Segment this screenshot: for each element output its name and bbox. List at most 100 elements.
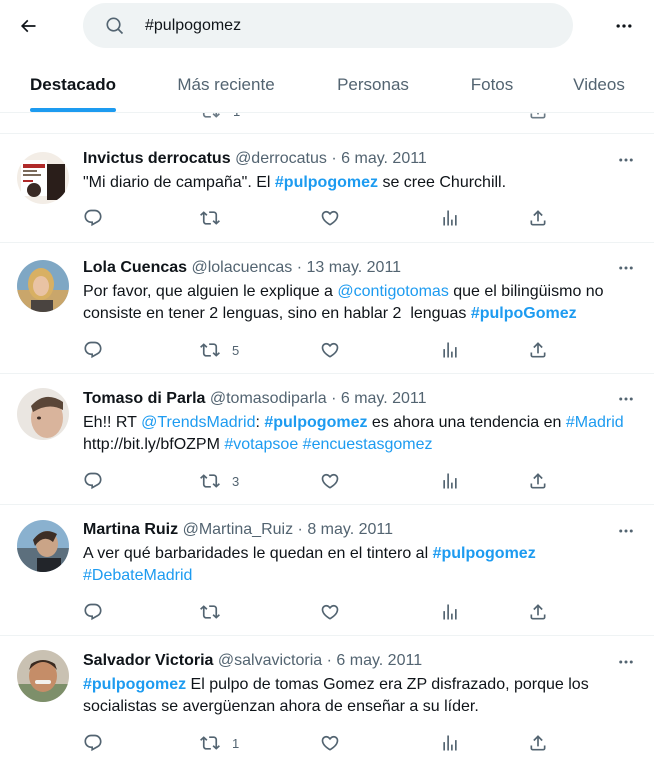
mention-link[interactable]: @TrendsMadrid [141, 414, 255, 431]
like-button[interactable] [320, 470, 340, 492]
hashtag-link[interactable]: #pulpogomez [433, 545, 536, 562]
tweet-date[interactable]: 8 may. 2011 [307, 521, 393, 538]
author-handle[interactable]: @salvavictoria [218, 652, 322, 669]
tweet[interactable]: Tomaso di Parla @tomasodiparla · 6 may. … [0, 374, 654, 505]
tweet-date[interactable]: 13 may. 2011 [306, 259, 401, 276]
text-fragment: se cree Churchill. [378, 174, 507, 191]
tab-videos[interactable]: Videos [544, 58, 654, 111]
tweet-date[interactable]: 6 may. 2011 [336, 652, 422, 669]
retweet-icon [200, 474, 220, 488]
analytics-icon [443, 735, 457, 751]
retweet-button[interactable]: 3 [200, 470, 239, 492]
retweet-icon[interactable] [200, 113, 220, 121]
retweet-button[interactable]: 1 [200, 732, 239, 754]
like-button[interactable] [320, 601, 340, 623]
tweet-actions [0, 207, 654, 229]
views-button[interactable] [440, 601, 460, 623]
partial-tweet[interactable]: 1 [0, 113, 654, 134]
views-button[interactable] [440, 732, 460, 754]
hashtag-link[interactable]: #DebateMadrid [83, 567, 192, 584]
tweet[interactable]: Martina Ruiz @Martina_Ruiz · 8 may. 2011… [0, 505, 654, 636]
share-button[interactable] [528, 339, 548, 361]
retweet-icon [200, 343, 220, 357]
more-options-button[interactable] [606, 8, 642, 44]
hashtag-link[interactable]: #pulpogomez [264, 414, 367, 431]
reply-button[interactable] [83, 601, 103, 623]
heart-icon [321, 473, 339, 489]
share-button[interactable] [528, 732, 548, 754]
reply-icon [84, 341, 102, 359]
hashtag-link[interactable]: #Madrid [566, 414, 624, 431]
retweet-button[interactable] [200, 207, 232, 229]
like-button[interactable] [320, 339, 340, 361]
reply-icon [84, 472, 102, 490]
avatar[interactable] [17, 650, 69, 702]
dot-separator: · [331, 390, 337, 407]
avatar[interactable] [17, 388, 69, 440]
retweet-count: 3 [232, 473, 240, 489]
author-name[interactable]: Salvador Victoria [83, 652, 213, 669]
retweet-icon [200, 736, 220, 750]
retweet-button[interactable] [200, 601, 232, 623]
tab-personas[interactable]: Personas [306, 58, 440, 111]
heart-icon [321, 342, 339, 358]
analytics-icon [443, 604, 457, 620]
author-name[interactable]: Invictus derrocatus [83, 150, 231, 167]
retweet-icon [200, 211, 220, 225]
tweet[interactable]: Invictus derrocatus @derrocatus · 6 may.… [0, 134, 654, 243]
avatar[interactable] [17, 520, 69, 572]
reply-button[interactable] [83, 732, 103, 754]
views-button[interactable] [440, 470, 460, 492]
back-button[interactable] [10, 8, 46, 44]
tweet-date[interactable]: 6 may. 2011 [341, 390, 427, 407]
text-fragment: Eh!! RT [83, 414, 142, 431]
dot-separator: · [296, 259, 303, 276]
author-name[interactable]: Tomaso di Parla [83, 390, 205, 407]
author-name[interactable]: Lola Cuencas [83, 259, 187, 276]
avatar[interactable] [17, 260, 69, 312]
author-handle[interactable]: @Martina_Ruiz [183, 521, 294, 538]
avatar[interactable] [17, 152, 69, 204]
author-handle[interactable]: @tomasodiparla [210, 390, 327, 407]
share-button[interactable] [528, 470, 548, 492]
views-button[interactable] [440, 339, 460, 361]
hashtag-link[interactable]: #votapsoe [224, 436, 298, 453]
hashtag-link[interactable]: #pulpoGomez [471, 305, 577, 322]
reply-icon [84, 734, 102, 752]
like-button[interactable] [320, 207, 340, 229]
tab-mas-reciente[interactable]: Más reciente [146, 58, 306, 111]
search-header: Destacado Más reciente Personas Fotos Vi… [0, 0, 654, 113]
search-tabs: Destacado Más reciente Personas Fotos Vi… [0, 58, 654, 113]
tweet[interactable]: Lola Cuencas @lolacuencas · 13 may. 2011… [0, 243, 654, 374]
hashtag-link[interactable]: #pulpogomez [275, 174, 378, 191]
tweet-date[interactable]: 6 may. 2011 [341, 150, 427, 167]
active-tab-indicator [30, 108, 116, 112]
hashtag-link[interactable]: #pulpogomez [83, 676, 186, 693]
reply-icon [84, 209, 102, 227]
reply-button[interactable] [83, 339, 103, 361]
retweet-button[interactable]: 5 [200, 339, 239, 361]
search-field[interactable] [83, 3, 573, 48]
hashtag-link[interactable]: #encuestasgomez [303, 436, 433, 453]
tweet[interactable]: Salvador Victoria @salvavictoria · 6 may… [0, 636, 654, 768]
search-input[interactable] [145, 16, 525, 35]
mention-link[interactable]: @contigotomas [337, 283, 448, 300]
tweet-actions: 3 [0, 470, 654, 492]
reply-button[interactable] [83, 470, 103, 492]
reply-button[interactable] [83, 207, 103, 229]
share-button[interactable] [528, 601, 548, 623]
analytics-icon [443, 210, 457, 226]
dot-separator: · [326, 652, 332, 669]
share-icon[interactable] [528, 113, 548, 121]
share-button[interactable] [528, 207, 548, 229]
tab-fotos[interactable]: Fotos [440, 58, 544, 111]
tweet-text: "Mi diario de campaña". El #pulpogomez s… [83, 172, 636, 194]
author-name[interactable]: Martina Ruiz [83, 521, 178, 538]
author-handle[interactable]: @lolacuencas [191, 259, 292, 276]
like-button[interactable] [320, 732, 340, 754]
author-handle[interactable]: @derrocatus [235, 150, 327, 167]
text-fragment: "Mi diario de campaña". El [83, 174, 275, 191]
tweet-actions [0, 601, 654, 623]
views-button[interactable] [440, 207, 460, 229]
tab-destacado[interactable]: Destacado [0, 58, 146, 111]
